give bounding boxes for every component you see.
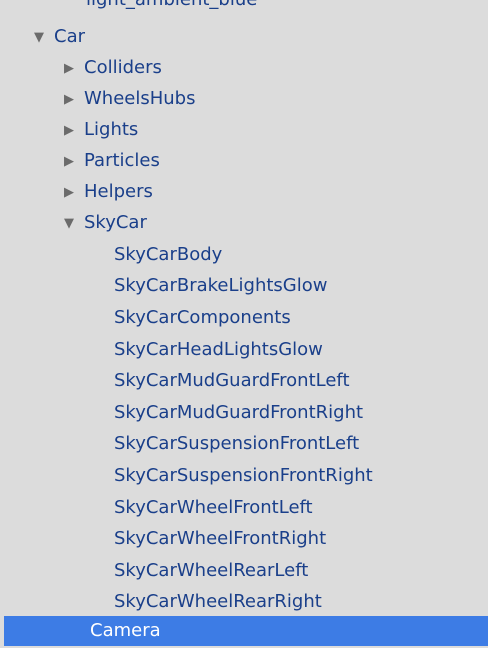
hierarchy-item-skycarbrakelightsglow[interactable]: SkyCarBrakeLightsGlow [0,271,488,301]
hierarchy-item-car[interactable]: ▼ Car [0,22,488,52]
triangle-right-icon[interactable]: ▶ [60,61,78,76]
hierarchy-item-label: SkyCarBody [114,244,223,265]
hierarchy-item-helpers[interactable]: ▶ Helpers [0,177,488,207]
hierarchy-item-label: SkyCar [84,212,147,233]
hierarchy-item-skycarcomponents[interactable]: SkyCarComponents [0,303,488,333]
hierarchy-item-label: Camera [90,620,161,641]
triangle-down-icon[interactable]: ▼ [60,216,78,231]
hierarchy-item-label: SkyCarWheelRearLeft [114,560,309,581]
hierarchy-item-label: Lights [84,119,139,140]
hierarchy-item-skycarwheelfrontright[interactable]: SkyCarWheelFrontRight [0,524,488,554]
hierarchy-item-label: Colliders [84,57,162,78]
hierarchy-item-label: SkyCarBrakeLightsGlow [114,275,328,296]
hierarchy-item-lights[interactable]: ▶ Lights [0,115,488,145]
hierarchy-item-label: SkyCarSuspensionFrontRight [114,465,373,486]
hierarchy-item-skycarwheelrearright[interactable]: SkyCarWheelRearRight [0,587,488,617]
triangle-right-icon[interactable]: ▶ [60,123,78,138]
hierarchy-item-colliders[interactable]: ▶ Colliders [0,53,488,83]
hierarchy-item-label: Car [54,26,85,47]
hierarchy-item-wheelshubs[interactable]: ▶ WheelsHubs [0,84,488,114]
hierarchy-item-skycarwheelrearleft[interactable]: SkyCarWheelRearLeft [0,556,488,586]
hierarchy-item-label: Particles [84,150,160,171]
hierarchy-item-particles[interactable]: ▶ Particles [0,146,488,176]
hierarchy-item-skycarsuspensionfrontleft[interactable]: SkyCarSuspensionFrontLeft [0,429,488,459]
hierarchy-item-skycarmudguardfrontleft[interactable]: SkyCarMudGuardFrontLeft [0,366,488,396]
hierarchy-panel: light_ambient_blue ▼ Car ▶ Colliders ▶ W… [0,0,488,648]
hierarchy-item-label: SkyCarComponents [114,307,291,328]
hierarchy-item-label: SkyCarMudGuardFrontLeft [114,370,350,391]
hierarchy-item-label: SkyCarSuspensionFrontLeft [114,433,360,454]
hierarchy-item-skycarheadlightsglow[interactable]: SkyCarHeadLightsGlow [0,335,488,365]
hierarchy-item-label: Helpers [84,181,153,202]
hierarchy-item-skycarsuspensionfrontright[interactable]: SkyCarSuspensionFrontRight [0,461,488,491]
triangle-right-icon[interactable]: ▶ [60,185,78,200]
hierarchy-item-label: SkyCarHeadLightsGlow [114,339,323,360]
hierarchy-item-partial[interactable]: light_ambient_blue [86,0,257,15]
hierarchy-item-label: SkyCarWheelRearRight [114,591,322,612]
hierarchy-item-skycarmudguardfrontright[interactable]: SkyCarMudGuardFrontRight [0,398,488,428]
hierarchy-item-label: SkyCarMudGuardFrontRight [114,402,364,423]
hierarchy-item-skycarbody[interactable]: SkyCarBody [0,240,488,270]
triangle-right-icon[interactable]: ▶ [60,154,78,169]
hierarchy-item-label: SkyCarWheelFrontRight [114,528,327,549]
hierarchy-item-label: WheelsHubs [84,88,196,109]
hierarchy-item-label: SkyCarWheelFrontLeft [114,497,313,518]
triangle-down-icon[interactable]: ▼ [30,30,48,45]
hierarchy-item-skycarwheelfrontleft[interactable]: SkyCarWheelFrontLeft [0,493,488,523]
hierarchy-item-skycar[interactable]: ▼ SkyCar [0,208,488,238]
hierarchy-item-camera[interactable]: Camera [4,616,488,646]
triangle-right-icon[interactable]: ▶ [60,92,78,107]
